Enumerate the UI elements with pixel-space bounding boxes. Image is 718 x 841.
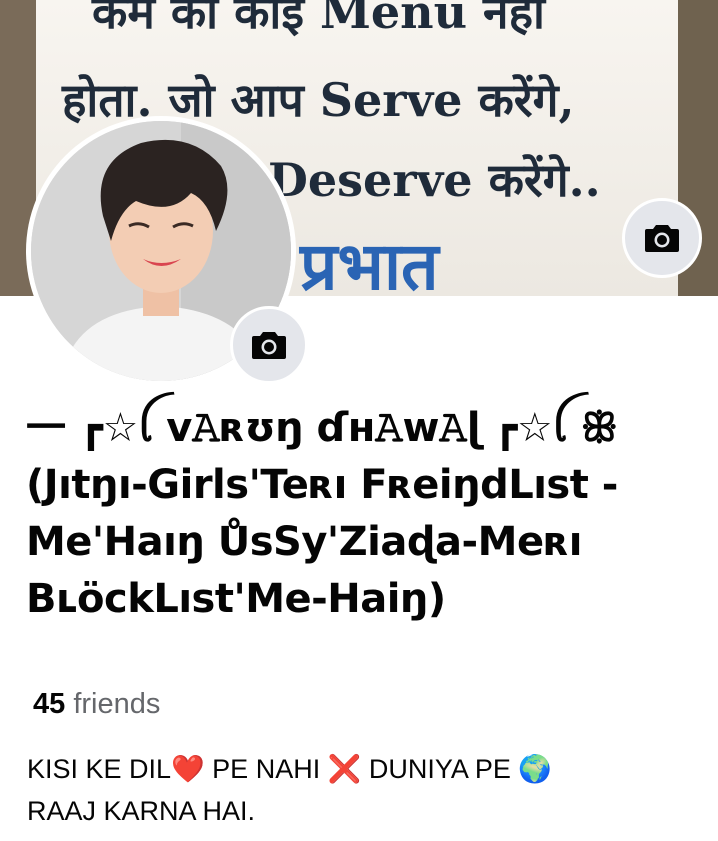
friends-label: friends <box>73 688 161 720</box>
cover-text-line-1: कम का काइ Menu नहा <box>92 0 545 39</box>
edit-profile-picture-button[interactable] <box>230 306 308 384</box>
bio-line-1: KISI KE DIL❤️ PE NAHI ❌ DUNIYA PE 🌍 <box>27 754 552 784</box>
cover-text-line-4: प्रभात <box>300 227 439 296</box>
profile-bio: KISI KE DIL❤️ PE NAHI ❌ DUNIYA PE 🌍 RAAJ… <box>27 748 697 832</box>
friends-count-link[interactable]: 45 friends <box>33 688 160 721</box>
camera-icon <box>645 225 679 252</box>
profile-name: 一 ┏☆ꪶ v𝙰ʀʊŋ ɗʜ𝙰ᴡ𝙰ɭ ┏☆ꪶ ꕥ (Jıtŋı-Girls'Te… <box>26 405 618 622</box>
edit-cover-photo-button[interactable] <box>622 198 702 278</box>
cover-text-line-3: Deserve करेंगे.. <box>268 153 601 207</box>
profile-picture-frame <box>26 116 308 386</box>
camera-icon <box>252 332 286 359</box>
friends-count: 45 <box>33 688 66 720</box>
bio-line-2: RAAJ KARNA HAI. <box>27 796 256 826</box>
